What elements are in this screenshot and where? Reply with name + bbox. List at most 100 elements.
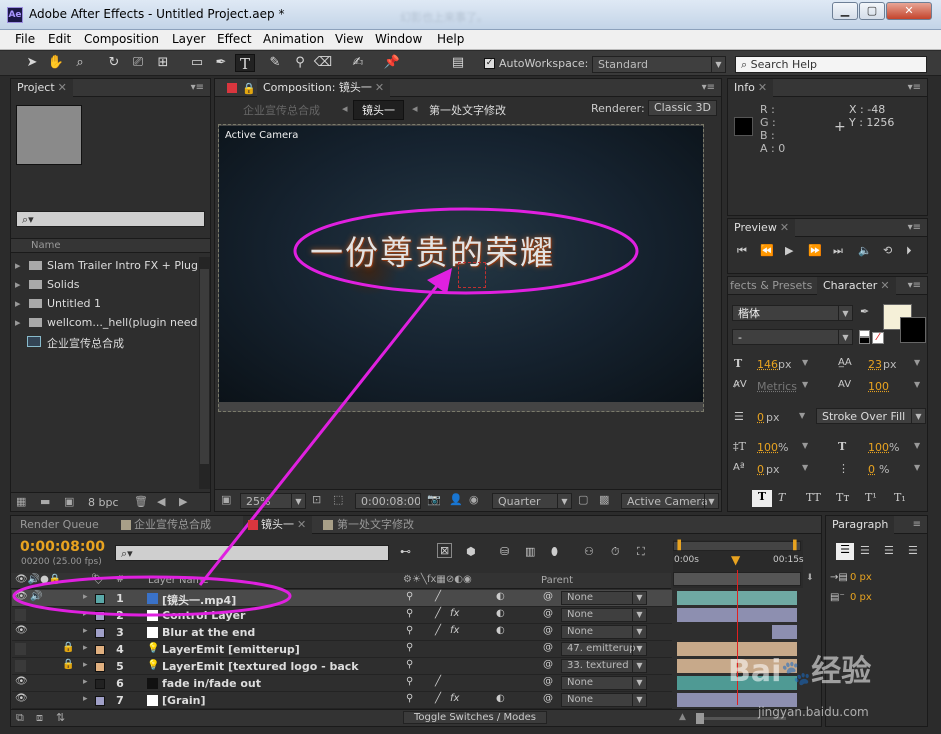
layer-name[interactable]: LayerEmit [textured logo - back xyxy=(162,660,359,673)
adjustment-switch-icon[interactable]: ◐ xyxy=(496,625,505,636)
parent-dropdown[interactable]: 33. textured ▼ xyxy=(561,659,647,673)
shy-switch-icon[interactable]: ⚲ xyxy=(406,608,413,619)
selection-tool-icon[interactable]: ➤ xyxy=(22,54,42,72)
chevron-down-icon[interactable]: ▼ xyxy=(802,441,808,450)
trash-icon[interactable]: 🗑 xyxy=(134,495,148,508)
chevron-down-icon[interactable]: ▼ xyxy=(914,358,920,367)
no-color-icon[interactable]: ⁄ xyxy=(872,332,884,344)
adjustment-switch-icon[interactable]: ◐ xyxy=(496,608,505,619)
pick-whip-icon[interactable]: @ xyxy=(543,642,553,653)
stroke-width-value[interactable]: 0 xyxy=(757,411,764,424)
chevron-down-icon[interactable]: ▼ xyxy=(799,411,805,420)
comp-mini-flowchart-icon[interactable]: ⊷ xyxy=(400,545,411,558)
expand-triangle-icon[interactable]: ▸ xyxy=(83,592,88,602)
close-icon[interactable]: ✕ xyxy=(375,81,384,94)
table-row[interactable]: ▸ 2 Control Layer ⚲ ╱ fx ◐ @ None ▼ xyxy=(12,607,672,624)
font-style-dropdown[interactable]: - ▼ xyxy=(732,329,853,345)
loop-icon[interactable]: ⟲ xyxy=(883,244,892,257)
shy-switch-icon[interactable]: ⚲ xyxy=(406,591,413,602)
vertical-scale-value[interactable]: 100 xyxy=(757,441,778,454)
layer-name[interactable]: fade in/fade out xyxy=(162,677,261,690)
pick-whip-icon[interactable]: @ xyxy=(543,676,553,687)
table-row[interactable]: 🔒 ▸ 5 💡 LayerEmit [textured logo - back ⚲ @33.… xyxy=(12,658,672,675)
kerning-value[interactable]: Metrics xyxy=(757,380,797,393)
pan-behind-tool-icon[interactable]: ⊞ xyxy=(153,54,173,72)
camera-view-dropdown[interactable]: Active Camera ▼ xyxy=(621,493,719,509)
horizontal-scale-value[interactable]: 100 xyxy=(868,441,889,454)
shy-switch-icon[interactable]: ⚲ xyxy=(406,693,413,704)
list-item[interactable]: ▸ Untitled 1 xyxy=(11,295,197,313)
space-before-value[interactable]: 0 px xyxy=(850,592,872,603)
list-item[interactable]: ▸ wellcom..._hell(plugin needed) xyxy=(11,314,197,332)
tsume-value[interactable]: 0 xyxy=(868,463,875,476)
renderer-button[interactable]: Classic 3D xyxy=(648,100,718,116)
audio-icon[interactable]: 🔈 xyxy=(858,244,872,257)
fast-preview-icon[interactable]: ▢ xyxy=(578,493,588,506)
camera-tool-icon[interactable]: ⎚ xyxy=(128,54,148,72)
visibility-toggle[interactable] xyxy=(15,643,26,655)
expand-triangle-icon[interactable]: ▸ xyxy=(83,677,88,687)
subscript-button[interactable]: T₁ xyxy=(894,491,906,504)
close-icon[interactable]: ✕ xyxy=(780,221,789,234)
eraser-tool-icon[interactable]: ⌫ xyxy=(313,54,333,72)
toggle-switches-modes-button[interactable]: Toggle Switches / Modes xyxy=(403,711,547,724)
disclosure-triangle-icon[interactable]: ▸ xyxy=(15,278,21,291)
bit-depth-button[interactable]: 8 bpc xyxy=(88,496,119,509)
clone-stamp-tool-icon[interactable]: ⚲ xyxy=(290,54,310,72)
quality-switch-icon[interactable]: ╱ xyxy=(435,608,441,619)
frame-blending-icon[interactable]: ⛁ xyxy=(500,545,509,558)
scrollbar-thumb[interactable] xyxy=(200,269,209,464)
close-button[interactable]: ✕ xyxy=(886,2,932,20)
fx-switch-icon[interactable]: fx xyxy=(450,625,459,636)
visibility-eye-icon[interactable]: 👁 xyxy=(15,591,28,602)
pick-whip-icon[interactable]: @ xyxy=(543,659,553,670)
leading-value[interactable]: 23 xyxy=(868,358,882,371)
brainstorm-icon[interactable]: ⬮ xyxy=(551,545,558,559)
resolution-dropdown[interactable]: Quarter ▼ xyxy=(492,493,572,509)
indent-left-value[interactable]: 0 px xyxy=(850,572,872,583)
search-help-input[interactable]: ⌕ Search Help xyxy=(735,56,927,73)
panel-menu-icon[interactable]: ▾≡ xyxy=(702,79,715,96)
parent-dropdown[interactable]: None ▼ xyxy=(561,676,647,690)
expand-triangle-icon[interactable]: ▸ xyxy=(83,694,88,704)
lock-icon[interactable]: 🔒 xyxy=(242,80,256,97)
workspace-dropdown[interactable]: Standard ▼ xyxy=(592,56,726,73)
chevron-down-icon[interactable]: ▼ xyxy=(914,441,920,450)
parent-dropdown[interactable]: None ▼ xyxy=(561,625,647,639)
disclosure-triangle-icon[interactable]: ▸ xyxy=(15,297,21,310)
interpret-footage-icon[interactable]: ▦ xyxy=(16,495,26,508)
pick-whip-icon[interactable]: @ xyxy=(543,693,553,704)
superscript-button[interactable]: T¹ xyxy=(865,491,877,504)
layer-label-color[interactable] xyxy=(95,645,105,655)
time-ruler[interactable]: ▐ ▌ 0:00s 00:15s ▼ xyxy=(673,540,804,588)
layer-label-color[interactable] xyxy=(95,696,105,706)
new-folder-icon[interactable]: ▬ xyxy=(40,495,50,508)
motion-blur-icon[interactable]: ▥ xyxy=(525,545,535,558)
snapshot-camera-icon[interactable]: 📷 xyxy=(427,493,441,506)
last-frame-icon[interactable]: ⏭ xyxy=(833,244,843,258)
layer-label-color[interactable] xyxy=(95,594,105,604)
fit-to-frame-icon[interactable]: ⊡ xyxy=(312,493,321,506)
breadcrumb-current[interactable]: 镜头一 xyxy=(353,100,404,120)
tab-character[interactable]: Character ✕ xyxy=(817,277,896,295)
project-search-input[interactable]: ⌕▾ xyxy=(16,211,205,227)
layer-name[interactable]: LayerEmit [emitterup] xyxy=(162,643,300,656)
menu-window[interactable]: Window xyxy=(375,32,422,46)
minimize-button[interactable]: ▁ xyxy=(832,2,858,20)
timeline-footer-icon[interactable]: ⧈ xyxy=(36,711,43,725)
time-navigator[interactable]: ▐ ▌ xyxy=(673,541,801,551)
font-size-value[interactable]: 146 xyxy=(757,358,778,371)
chevron-down-icon[interactable]: ▼ xyxy=(914,463,920,472)
maximize-button[interactable]: ▢ xyxy=(859,2,885,20)
parent-dropdown[interactable]: 47. emitterup ▼ xyxy=(561,642,647,656)
layer-label-color[interactable] xyxy=(95,679,105,689)
faux-bold-button[interactable]: T xyxy=(752,490,772,507)
fx-switch-icon[interactable]: fx xyxy=(450,608,459,619)
adjustment-switch-icon[interactable]: ◐ xyxy=(496,693,505,704)
lock-icon[interactable]: 🔒 xyxy=(62,642,74,653)
visibility-eye-icon[interactable]: 👁 xyxy=(15,693,28,704)
color-channels-icon[interactable]: ◉ xyxy=(469,493,479,506)
timeline-search-input[interactable]: ⌕▾ xyxy=(115,545,389,561)
visibility-eye-icon[interactable]: 👁 xyxy=(15,676,28,687)
zoom-out-icon[interactable]: ▲ xyxy=(679,712,686,722)
